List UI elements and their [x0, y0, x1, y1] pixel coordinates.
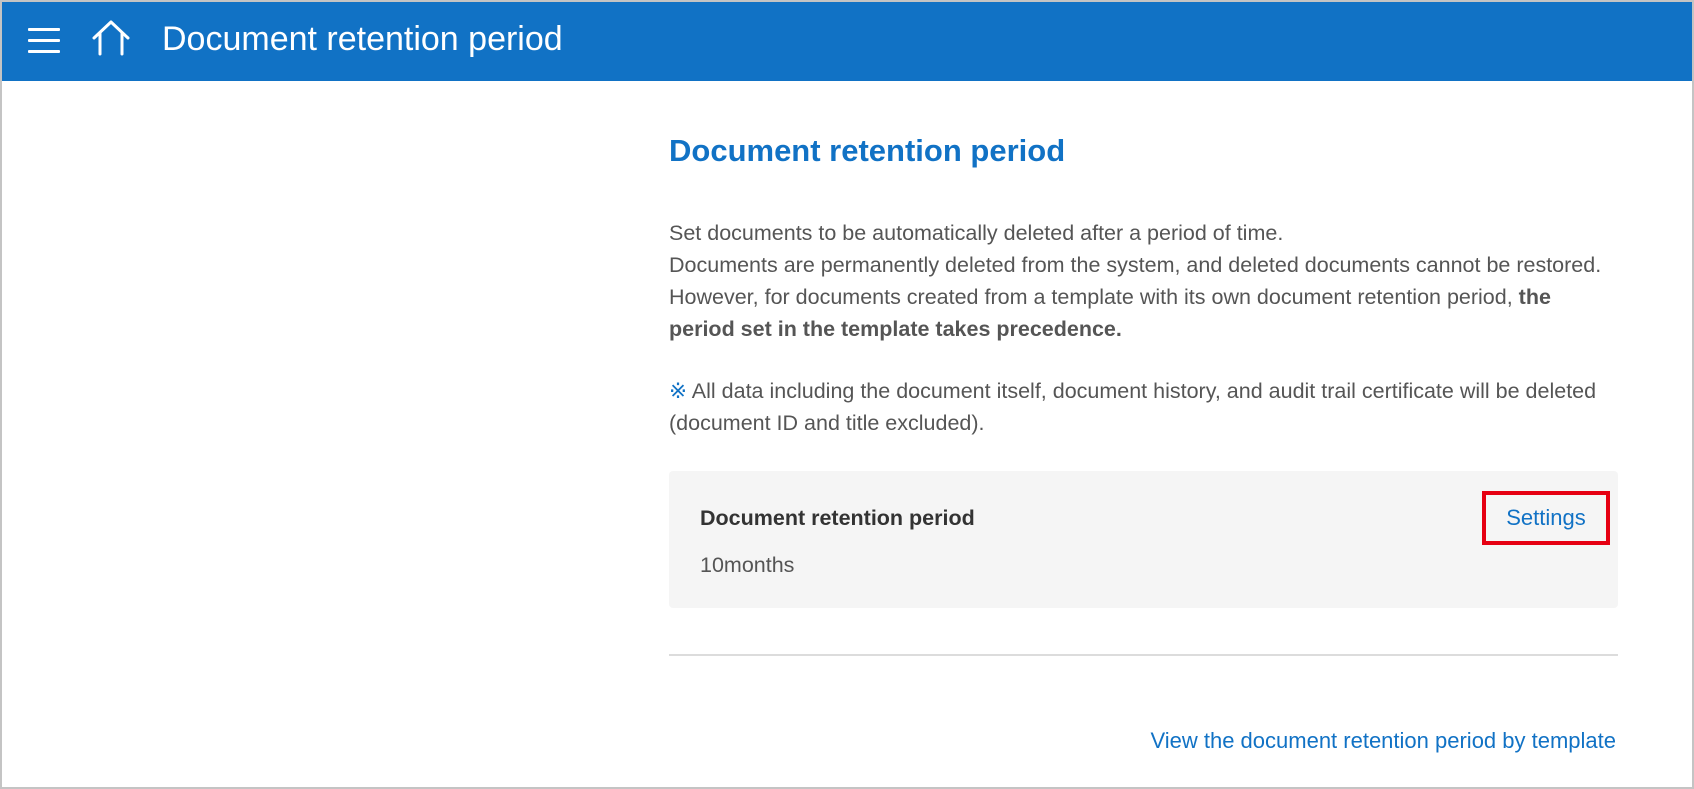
app-window: Document retention period Document reten… [0, 0, 1694, 789]
hamburger-menu-icon[interactable] [28, 22, 64, 58]
menu-line [28, 38, 60, 42]
retention-period-label: Document retention period [700, 506, 975, 530]
menu-line [28, 27, 60, 31]
home-icon[interactable] [90, 18, 132, 58]
app-bar-title: Document retention period [162, 20, 563, 58]
description: Set documents to be automatically delete… [669, 217, 1619, 345]
description-precedence: However, for documents created from a te… [669, 281, 1619, 345]
main-content: Document retention period Set documents … [669, 127, 1619, 753]
section-divider [669, 654, 1618, 656]
retention-period-value: 10months [700, 553, 795, 577]
note-text: All data including the document itself, … [669, 379, 1597, 435]
view-by-template-link[interactable]: View the document retention period by te… [1150, 725, 1616, 757]
note-mark-icon: ※ [669, 379, 688, 403]
deletion-note: ※ All data including the document itself… [669, 375, 1619, 439]
menu-line [28, 49, 60, 53]
page-title: Document retention period [669, 133, 1066, 168]
settings-button[interactable]: Settings [1482, 491, 1610, 545]
top-app-bar: Document retention period [2, 2, 1692, 81]
description-line: Documents are permanently deleted from t… [669, 253, 1602, 277]
description-line: Set documents to be automatically delete… [669, 221, 1284, 245]
retention-period-card: Document retention period 10months Setti… [669, 471, 1618, 608]
precedence-text: However, for documents created from a te… [669, 285, 1519, 309]
